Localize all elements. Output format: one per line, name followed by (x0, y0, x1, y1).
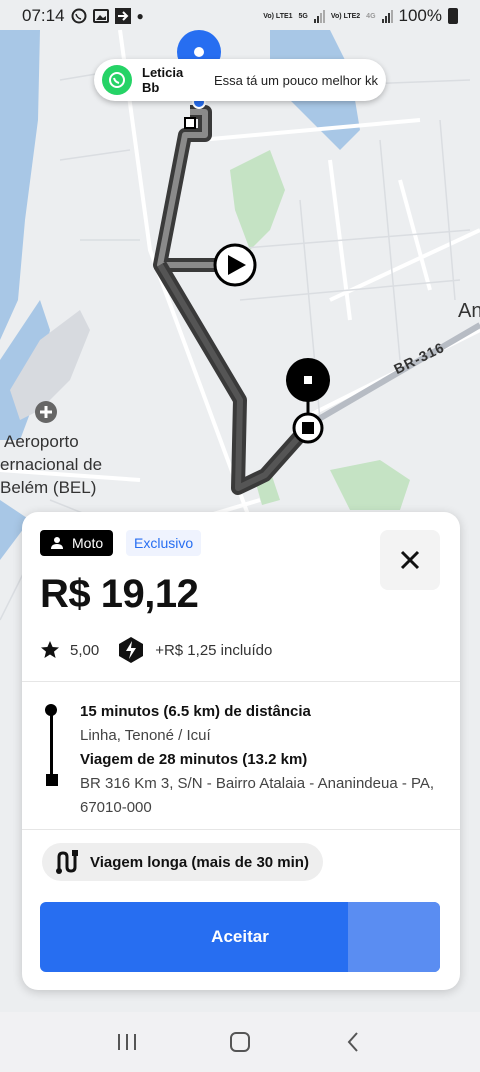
long-trip-label: Viagem longa (mais de 30 min) (90, 853, 309, 871)
dropoff-address: BR 316 Km 3, S/N - Bairro Atalaia - Anan… (80, 775, 435, 816)
trip-duration: Viagem de 28 minutos (13.2 km) (80, 751, 308, 768)
recent-apps-button[interactable] (107, 1022, 147, 1062)
route-line (50, 714, 53, 776)
exclusive-badge: Exclusivo (126, 530, 202, 556)
pickup-area: Linha, Tenoné / Icuí (80, 727, 211, 744)
divider-top (22, 681, 460, 682)
sim1-5g-badge: 5G (298, 12, 308, 20)
battery-percent: 100% (398, 6, 442, 25)
accept-progress-shade (348, 902, 440, 972)
signal-sim1-icon (313, 9, 325, 23)
dropoff-square-icon (46, 774, 58, 786)
whatsapp-icon (102, 65, 132, 95)
close-button[interactable] (380, 530, 440, 590)
map-airport-label-1: Aeroporto (4, 432, 79, 451)
divider-bottom (22, 829, 460, 830)
long-trip-badge: Viagem longa (mais de 30 min) (42, 843, 323, 881)
battery-icon (448, 8, 458, 24)
status-time: 07:14 (22, 6, 65, 25)
sim1-label: Vo) LTE1 (263, 12, 293, 20)
pickup-eta: 15 minutos (6.5 km) de distância (80, 703, 311, 720)
trip-price: R$ 19,12 (40, 572, 199, 616)
recent-apps-icon (117, 1034, 136, 1050)
trip-request-card: Moto Exclusivo R$ 19,12 5,00 +R$ 1,25 in… (22, 512, 460, 990)
whatsapp-status-icon (71, 8, 87, 24)
surge-bolt-icon (119, 637, 144, 663)
vehicle-type-label: Moto (72, 535, 104, 551)
accept-label: Aceitar (211, 927, 269, 946)
star-icon (41, 641, 59, 658)
whatsapp-notification[interactable]: Leticia Bb Essa tá um pouco melhor kk (94, 59, 386, 101)
gallery-status-icon (92, 9, 109, 23)
sim2-4g-badge: 4G (366, 12, 376, 20)
signal-sim2-icon (381, 9, 393, 23)
map-airport-label-3: Belém (BEL) (0, 478, 97, 497)
sim2-label: Vo) LTE2 (330, 12, 361, 20)
home-button[interactable] (220, 1022, 260, 1062)
status-bar: 07:14 ● Vo) LTE1 5G Vo) LTE2 4G 100% (0, 0, 480, 32)
back-icon (347, 1032, 359, 1052)
home-icon (229, 1032, 250, 1052)
person-icon (51, 537, 63, 549)
system-nav-bar (0, 1012, 480, 1072)
login-status-icon (114, 8, 131, 24)
map-edge-label: An (458, 300, 480, 322)
close-icon (400, 550, 420, 570)
surge-fee: +R$ 1,25 incluído (155, 641, 273, 659)
map-airport-label-2: ernacional de (0, 455, 103, 474)
rider-rating: 5,00 (70, 641, 100, 659)
notification-sender: Leticia Bb (142, 65, 184, 95)
notification-message: Essa tá um pouco melhor kk (213, 72, 378, 88)
accept-button[interactable]: Aceitar (40, 902, 440, 972)
back-button[interactable] (333, 1022, 373, 1062)
more-notifications-dot: ● (136, 9, 144, 23)
route-squiggle-icon (56, 850, 78, 874)
vehicle-type-badge: Moto (40, 530, 114, 556)
trip-meta-row: 5,00 +R$ 1,25 incluído (40, 636, 272, 664)
